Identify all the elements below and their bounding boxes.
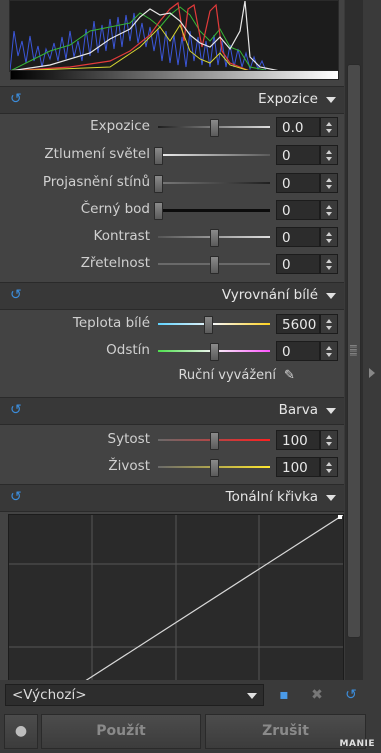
chevron-down-icon[interactable] [326,408,336,414]
slider-thumb[interactable] [154,175,163,193]
spinner-arrows-icon[interactable] [320,341,338,361]
slider-label: Teplota bílé [72,315,150,331]
chevron-down-icon[interactable] [326,97,336,103]
slider-label: Projasnění stínů [42,174,150,190]
value-input[interactable]: 0 [276,145,320,165]
slider-label: Sytost [107,431,150,447]
section-title-color: Barva [278,402,318,418]
slider-label: Zřetelnost [80,255,150,271]
scrollbar-grip-icon: ═ ═ ═ [350,340,357,361]
slider-label: Živost [108,458,150,474]
spinner-arrows-icon[interactable] [320,254,338,274]
reset-icon[interactable]: ↺ [10,490,24,504]
spinner-arrows-icon[interactable] [320,314,338,334]
save-icon[interactable]: ▪ [275,686,293,704]
slider-thumb[interactable] [154,147,163,165]
histogram-tone-gradient [10,70,339,80]
reset-icon[interactable]: ↺ [10,288,24,302]
value-input[interactable]: 5600 [276,314,320,334]
histogram [9,0,339,72]
slider-track[interactable] [158,182,270,184]
slider-thumb[interactable] [210,343,219,361]
contrast-row: Kontrast 0 [0,225,344,251]
slider-label: Černý bod [80,201,150,217]
watermark-text: MANIE [339,739,375,749]
slider-label: Odstín [106,342,150,358]
highlights-row: Ztlumení světel 0 [0,143,344,169]
slider-thumb[interactable] [154,202,163,220]
spinner-arrows-icon[interactable] [320,200,338,220]
section-title-white-balance: Vyrovnání bílé [221,287,318,303]
eyedropper-icon[interactable]: ✎ [284,368,298,383]
slider-thumb[interactable] [204,316,213,334]
spinner-arrows-icon[interactable] [320,117,338,137]
slider-track[interactable] [158,154,270,156]
value-input[interactable]: 100 [276,430,320,450]
value-input[interactable]: 0.0 [276,117,320,137]
clarity-row: Zřetelnost 0 [0,252,344,278]
value-input[interactable]: 0 [276,200,320,220]
slider-thumb[interactable] [210,229,219,247]
collapse-panel-icon[interactable] [369,368,375,378]
slider-track[interactable] [158,209,270,212]
exposure-row: Expozice 0.0 [0,115,344,141]
undo-icon[interactable]: ↺ [342,686,360,704]
chevron-down-icon[interactable] [326,293,336,299]
value-input[interactable]: 100 [276,457,320,477]
vibrance-row: Živost 100 [0,455,344,481]
apply-button[interactable]: Použít [41,714,201,749]
spinner-arrows-icon[interactable] [320,430,338,450]
tone-curve-graph[interactable] [9,514,344,680]
spinner-arrows-icon[interactable] [320,145,338,165]
slider-label: Ztlumení světel [44,146,150,162]
section-header-white-balance[interactable]: ↺ Vyrovnání bílé [0,282,344,310]
histogram-graph [10,1,338,71]
section-header-exposure[interactable]: ↺ Expozice [0,86,344,114]
slider-track[interactable] [158,323,270,325]
person-button[interactable]: ● [4,714,38,749]
shadows-row: Projasnění stínů 0 [0,171,344,197]
value-input[interactable]: 0 [276,173,320,193]
slider-thumb[interactable] [210,459,219,477]
saturation-row: Sytost 100 [0,428,344,454]
slider-thumb[interactable] [210,256,219,274]
slider-thumb[interactable] [210,432,219,450]
adjustments-panel: ↺ Expozice Expozice 0.0 Ztlumení světel … [0,0,344,680]
spinner-arrows-icon[interactable] [320,457,338,477]
delete-preset-icon[interactable]: ✖ [308,686,326,704]
chevron-down-icon[interactable] [247,693,257,699]
section-title-exposure: Expozice [258,91,318,107]
value-input[interactable]: 0 [276,341,320,361]
reset-icon[interactable]: ↺ [10,92,24,106]
black-point-row: Černý bod 0 [0,198,344,224]
section-header-color[interactable]: ↺ Barva [0,397,344,425]
tint-row: Odstín 0 [0,339,344,365]
temperature-row: Teplota bílé 5600 [0,312,344,338]
preset-select[interactable]: <Výchozí> [5,684,264,706]
spinner-arrows-icon[interactable] [320,173,338,193]
section-header-tone-curve[interactable]: ↺ Tonální křivka [0,484,344,512]
slider-thumb[interactable] [210,119,219,137]
value-input[interactable]: 0 [276,227,320,247]
slider-label: Kontrast [93,228,150,244]
spinner-arrows-icon[interactable] [320,227,338,247]
manual-balance-label: Ruční vyvážení [178,368,276,383]
value-input[interactable]: 0 [276,254,320,274]
slider-label: Expozice [90,118,150,134]
preset-selected: <Výchozí> [12,687,87,703]
chevron-down-icon[interactable] [326,495,336,501]
tone-curve-editor[interactable] [8,514,344,680]
section-title-tone-curve: Tonální křivka [225,489,318,505]
reset-icon[interactable]: ↺ [10,403,24,417]
person-icon: ● [14,723,28,739]
